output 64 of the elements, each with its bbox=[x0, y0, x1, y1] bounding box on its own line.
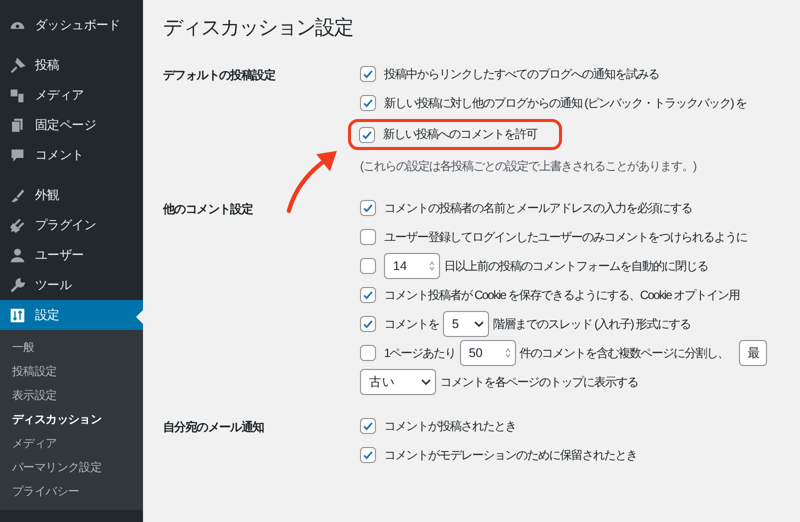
menu-item[interactable]: 投稿 bbox=[0, 50, 143, 80]
menu-item[interactable]: 固定ページ bbox=[0, 110, 143, 140]
menu-item[interactable]: コメント bbox=[0, 140, 143, 170]
submenu-item[interactable]: メディア bbox=[0, 432, 143, 456]
option-label: 投稿中からリンクしたすべてのブログへの通知を試みる bbox=[384, 66, 659, 82]
checkbox[interactable] bbox=[360, 258, 376, 274]
option-label: 日以上前の投稿のコメントフォームを自動的に閉じる bbox=[444, 258, 708, 274]
select-dropdown[interactable]: 最 bbox=[738, 340, 767, 366]
select-dropdown[interactable]: 5 bbox=[443, 311, 489, 337]
section-label: デフォルトの投稿設定 bbox=[163, 67, 276, 84]
pin-icon bbox=[9, 56, 26, 74]
checkbox[interactable] bbox=[360, 66, 376, 82]
option-label: コメントを bbox=[384, 316, 439, 332]
number-input[interactable]: 14 bbox=[384, 253, 440, 279]
checkbox[interactable] bbox=[360, 316, 376, 332]
section-label: 他のコメント設定 bbox=[163, 201, 254, 218]
menu-item[interactable]: ツール bbox=[0, 270, 143, 300]
menu-item[interactable]: メディア bbox=[0, 80, 143, 110]
option-label: コメントの投稿者の名前とメールアドレスの入力を必須にする bbox=[384, 200, 692, 216]
page-title: ディスカッション設定 bbox=[163, 16, 354, 41]
option-label: 階層までのスレッド (入れ子) 形式にする bbox=[493, 316, 691, 332]
chevron-down-icon bbox=[421, 379, 431, 385]
spinner-icon[interactable] bbox=[429, 260, 435, 272]
menu-item[interactable]: ダッシュボード bbox=[0, 10, 143, 40]
option-label: 1ページあたり bbox=[384, 344, 456, 362]
plug-icon bbox=[9, 216, 26, 234]
settings-icon bbox=[9, 306, 26, 324]
menu-item[interactable]: 設定 bbox=[0, 300, 143, 330]
menu-item[interactable]: ユーザー bbox=[0, 240, 143, 270]
checkbox[interactable] bbox=[360, 95, 376, 111]
checkbox[interactable] bbox=[360, 287, 376, 303]
brush-icon bbox=[9, 186, 26, 204]
submenu-item[interactable]: 投稿設定 bbox=[0, 360, 143, 384]
checkbox[interactable] bbox=[360, 418, 376, 434]
option-label: 新しい投稿へのコメントを許可 bbox=[383, 126, 537, 143]
checkbox[interactable] bbox=[360, 229, 376, 245]
option-label: コメント投稿者が Cookie を保存できるようにする、Cookie オプトイン用 bbox=[384, 286, 740, 304]
spinner-icon[interactable] bbox=[504, 347, 511, 359]
submenu-item[interactable]: プライバシー bbox=[0, 480, 143, 504]
user-icon bbox=[9, 246, 26, 264]
option-label: コメントが投稿されたとき bbox=[384, 418, 516, 434]
option-label: コメントがモデレーションのために保留されたとき bbox=[384, 446, 637, 464]
submenu-item[interactable]: 表示設定 bbox=[0, 384, 143, 408]
option-label: ユーザー登録してログインしたユーザーのみコメントをつけられるように bbox=[384, 228, 747, 246]
submenu-item[interactable]: ディスカッション bbox=[0, 408, 143, 432]
chevron-down-icon bbox=[474, 321, 484, 327]
checkbox[interactable] bbox=[360, 447, 376, 463]
select-dropdown[interactable]: 古い bbox=[360, 369, 436, 395]
checkbox[interactable] bbox=[360, 345, 376, 361]
menu-item[interactable]: 外観 bbox=[0, 180, 143, 210]
wrench-icon bbox=[9, 276, 26, 294]
option-label: 件のコメントを含む複数ページに分割し、 bbox=[520, 344, 729, 362]
submenu-item[interactable]: 一般 bbox=[0, 336, 143, 360]
checkbox[interactable] bbox=[359, 126, 375, 142]
number-input[interactable]: 50 bbox=[460, 340, 516, 366]
checkbox[interactable] bbox=[360, 200, 376, 216]
comment-icon bbox=[9, 146, 26, 164]
option-label: 新しい投稿に対し他のブログからの通知 (ピンバック・トラックバック) を bbox=[384, 94, 747, 112]
section-label: 自分宛のメール通知 bbox=[163, 419, 265, 436]
menu-item[interactable]: プラグイン bbox=[0, 210, 143, 240]
option-label: コメントを各ページのトップに表示する bbox=[440, 374, 638, 390]
submenu-item[interactable]: パーマリンク設定 bbox=[0, 456, 143, 480]
media-icon bbox=[9, 86, 26, 104]
help-text: (これらの設定は各投稿ごとの設定で上書きされることがあります。) bbox=[360, 158, 696, 174]
